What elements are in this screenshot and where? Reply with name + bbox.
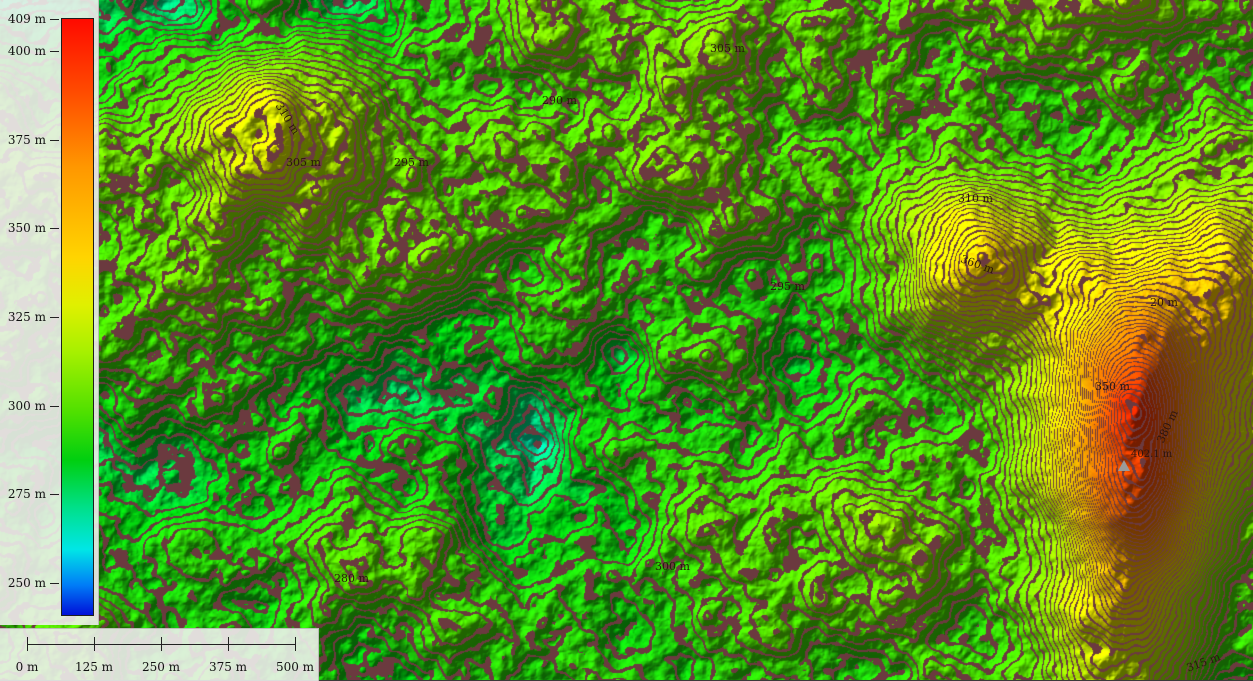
legend-tick-label: 300 m: [7, 399, 46, 413]
scale-label: 125 m: [74, 660, 114, 674]
legend-tick: [50, 228, 59, 229]
contour-label: 350 m: [1095, 380, 1130, 393]
legend-tick: [50, 19, 59, 20]
elevation-legend: 409 m 400 m 375 m 350 m 325 m 300 m 275 m 250 m: [0, 0, 99, 625]
scale-label: 250 m: [141, 660, 181, 674]
scale-bar: 0 m 125 m 250 m 375 m 500 m: [0, 628, 319, 681]
contour-label: 310 m: [958, 192, 993, 205]
scale-label: 500 m: [275, 660, 315, 674]
legend-tick-label: 409 m: [7, 12, 46, 26]
scale-label: 375 m: [208, 660, 248, 674]
legend-tick-label: 275 m: [7, 487, 46, 501]
contour-label: 280 m: [334, 572, 369, 585]
elevation-map[interactable]: [0, 0, 1253, 680]
scale-tick: [295, 637, 296, 651]
peak-elevation-label: 402.1 m: [1131, 449, 1173, 460]
legend-tick-label: 400 m: [7, 44, 46, 58]
contour-label: 295 m: [394, 156, 429, 169]
legend-tick-label: 325 m: [7, 310, 46, 324]
legend-tick-label: 250 m: [7, 576, 46, 590]
scale-tick: [228, 637, 229, 651]
legend-tick-label: 350 m: [7, 221, 46, 235]
color-ramp: [61, 18, 94, 616]
legend-tick: [50, 494, 59, 495]
contour-label: 20 m: [1150, 296, 1178, 309]
contour-label: 305 m: [710, 42, 745, 55]
legend-tick: [50, 317, 59, 318]
legend-tick: [50, 140, 59, 141]
contour-label: 295 m: [770, 280, 805, 293]
scale-label: 0 m: [15, 660, 39, 674]
legend-tick: [50, 583, 59, 584]
scale-tick: [94, 637, 95, 651]
contour-label: 300 m: [655, 560, 690, 573]
contour-label: 305 m: [286, 156, 321, 169]
contour-label: 290 m: [542, 94, 577, 107]
peak-marker-icon: [1118, 460, 1130, 471]
scale-tick: [27, 637, 28, 651]
legend-tick: [50, 51, 59, 52]
scale-tick: [161, 637, 162, 651]
legend-tick: [50, 406, 59, 407]
legend-tick-label: 375 m: [7, 133, 46, 147]
